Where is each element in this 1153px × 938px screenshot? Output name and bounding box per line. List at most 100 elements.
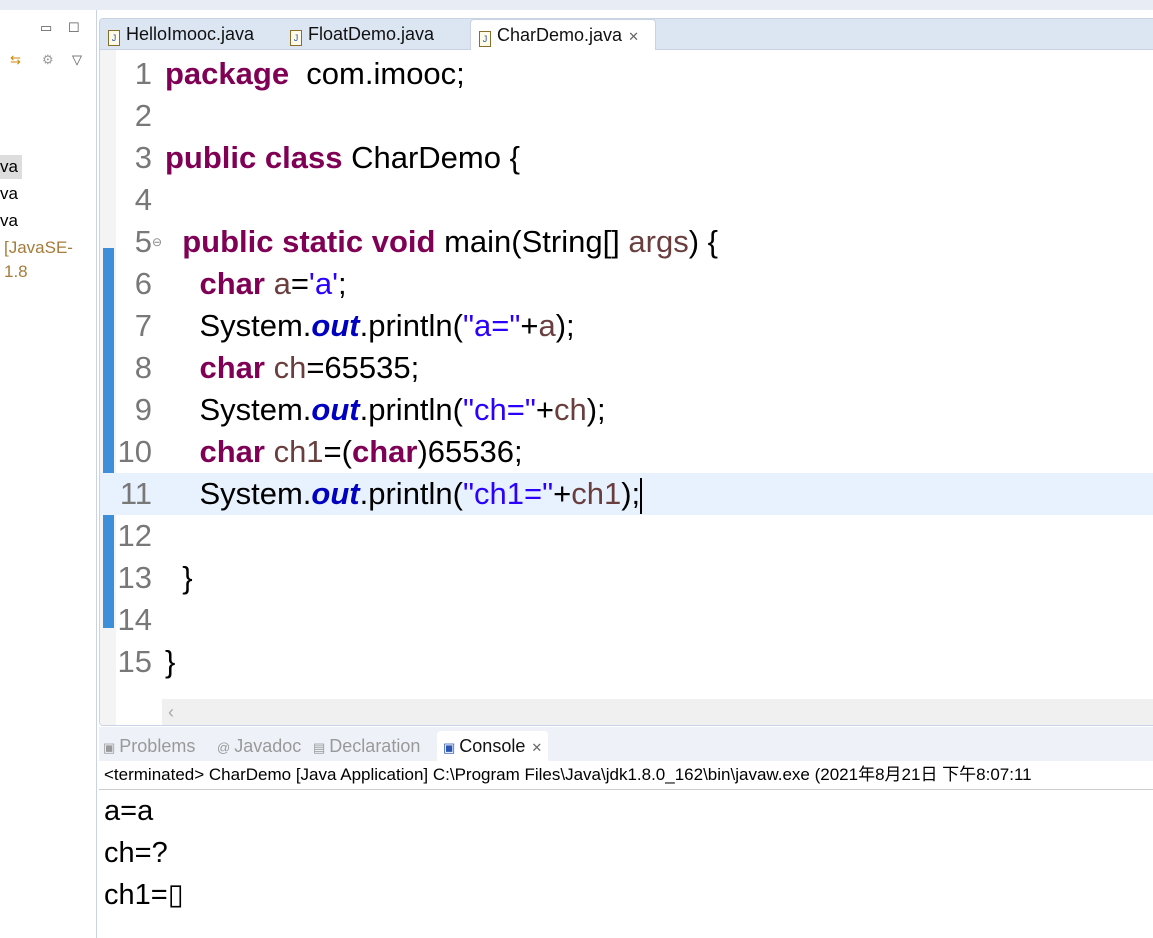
- code-token: ch1: [571, 476, 622, 511]
- code-token: =(: [323, 434, 352, 469]
- code-token: a: [273, 266, 291, 301]
- close-icon[interactable]: ✕: [531, 740, 542, 755]
- minimize-icon[interactable]: ▭: [40, 20, 52, 36]
- code-token: main(String[]: [435, 224, 629, 259]
- code-line[interactable]: 8 char ch=65535;: [100, 347, 1153, 389]
- line-number: 8: [134, 350, 152, 385]
- filter-icon[interactable]: ⚙: [42, 52, 54, 68]
- code-token: ch: [273, 350, 307, 385]
- line-number: 2: [134, 98, 152, 133]
- tree-item[interactable]: va: [0, 155, 22, 179]
- code-token: out: [311, 476, 360, 511]
- tab-label: Problems: [119, 736, 196, 756]
- maximize-icon[interactable]: ☐: [68, 20, 80, 36]
- tab-label: FloatDemo.java: [308, 24, 435, 44]
- tab-label: Console: [459, 736, 526, 756]
- code-text: System.out.println("ch="+ch);: [165, 389, 605, 431]
- fold-icon[interactable]: ⊖: [152, 221, 162, 263]
- console-icon: ▣: [443, 740, 456, 755]
- code-token: System.: [165, 308, 312, 343]
- declaration-icon: ▤: [313, 740, 326, 755]
- code-lines[interactable]: 1 package com.imooc; 2 3 public class CharDe…: [100, 53, 1153, 683]
- console-output-line: ch1=▯: [104, 879, 184, 911]
- console-status: <terminated> CharDemo [Java Application]…: [99, 761, 1153, 790]
- code-token: ;: [338, 266, 347, 301]
- code-line[interactable]: 13 }: [100, 557, 1153, 599]
- tree-item[interactable]: va: [0, 209, 22, 233]
- tree-item[interactable]: va: [0, 182, 22, 206]
- jre-library-item[interactable]: [JavaSE-1.8: [4, 236, 96, 281]
- problems-icon: ▣: [103, 740, 116, 755]
- code-editor[interactable]: J HelloImooc.java J FloatDemo.java J CharDe…: [99, 18, 1153, 726]
- tab-helloimooc[interactable]: J HelloImooc.java: [100, 19, 254, 49]
- code-token: ) {: [688, 224, 719, 259]
- code-line[interactable]: 9 System.out.println("ch="+ch);: [100, 389, 1153, 431]
- code-token: .println(: [359, 476, 463, 511]
- tab-chardemo[interactable]: J CharDemo.java ✕: [470, 19, 656, 50]
- console-output-line: a=a: [104, 795, 154, 827]
- code-line[interactable]: 4: [100, 179, 1153, 221]
- view-menu-icon[interactable]: ▽: [72, 52, 82, 68]
- code-line[interactable]: 15}: [100, 641, 1153, 683]
- code-text: public static void main(String[] args) {: [165, 221, 718, 263]
- code-token: =65535;: [306, 350, 420, 385]
- line-number: 12: [117, 518, 152, 553]
- code-line[interactable]: 2: [100, 95, 1153, 137]
- line-number: 6: [134, 266, 152, 301]
- code-token: a: [538, 308, 556, 343]
- code-line[interactable]: 10 char ch1=(char)65536;: [100, 431, 1153, 473]
- code-token: }: [165, 644, 176, 679]
- code-text: System.out.println("ch1="+ch1);: [165, 473, 643, 515]
- code-text: package com.imooc;: [165, 53, 465, 95]
- horizontal-scrollbar[interactable]: ‹: [162, 699, 1153, 725]
- code-text: public class CharDemo {: [165, 137, 520, 179]
- code-text: }: [165, 557, 193, 599]
- code-token: "ch=": [463, 392, 536, 427]
- code-token: out: [311, 392, 360, 427]
- code-line[interactable]: 14: [100, 599, 1153, 641]
- code-line[interactable]: 6 char a='a';: [100, 263, 1153, 305]
- code-text: System.out.println("a="+a);: [165, 305, 574, 347]
- code-token: char: [199, 434, 265, 469]
- code-token: char: [199, 350, 265, 385]
- code-line[interactable]: 7 System.out.println("a="+a);: [100, 305, 1153, 347]
- close-icon[interactable]: ✕: [628, 29, 639, 44]
- java-file-icon: J: [290, 30, 302, 46]
- tab-javadoc[interactable]: @ Javadoc: [217, 731, 301, 761]
- code-token: "a=": [463, 308, 521, 343]
- editor-tabs: J HelloImooc.java J FloatDemo.java J CharDe…: [100, 19, 1153, 50]
- line-number: 9: [134, 392, 152, 427]
- javadoc-icon: @: [217, 740, 231, 755]
- java-file-icon: J: [108, 30, 120, 46]
- link-editor-icon[interactable]: ⇆: [10, 52, 21, 68]
- text-caret: [640, 477, 643, 514]
- code-text: char ch=65535;: [165, 347, 419, 389]
- code-token: "ch1=": [463, 476, 554, 511]
- code-text: char ch1=(char)65536;: [165, 431, 522, 473]
- tab-floatdemo[interactable]: J FloatDemo.java: [282, 19, 434, 49]
- code-line[interactable]: 5 ⊖ public static void main(String[] args…: [100, 221, 1153, 263]
- code-token: ch1: [273, 434, 324, 469]
- line-number: 13: [117, 560, 152, 595]
- tab-label: Javadoc: [234, 736, 302, 756]
- code-line[interactable]: 1 package com.imooc;: [100, 53, 1153, 95]
- tab-declaration[interactable]: ▤ Declaration: [313, 731, 420, 761]
- code-token: out: [311, 308, 360, 343]
- code-text: }: [165, 641, 175, 683]
- code-token: public class: [165, 140, 343, 175]
- tab-problems[interactable]: ▣ Problems: [103, 731, 195, 761]
- code-token: System.: [165, 392, 312, 427]
- code-token: }: [165, 560, 193, 595]
- code-token: +: [520, 308, 539, 343]
- code-line[interactable]: 3 public class CharDemo {: [100, 137, 1153, 179]
- code-line[interactable]: 12: [100, 515, 1153, 557]
- package-explorer: ▭ ☐ ⇆ ⚙ ▽ va va va [JavaSE-1.8: [0, 10, 97, 938]
- code-line[interactable]: 11 System.out.println("ch1="+ch1);: [100, 473, 1153, 515]
- tab-console[interactable]: ▣ Console ✕: [437, 731, 549, 761]
